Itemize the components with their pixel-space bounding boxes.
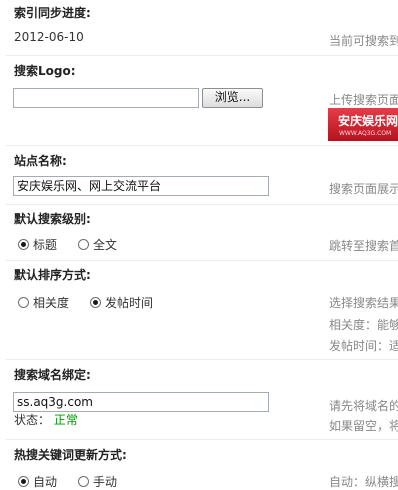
index-sync-date: 2012-06-10 [14, 30, 84, 44]
site-name-hint: 搜索页面展示 [329, 182, 398, 196]
hot-manual-label[interactable]: 手动 [93, 473, 117, 490]
domain-bind-label: 搜索域名绑定: [14, 368, 91, 382]
domain-status: 状态： 正常 [14, 411, 78, 428]
search-logo-hint: 上传搜索页面 [329, 93, 398, 107]
domain-status-value: 正常 [53, 413, 78, 427]
hot-keywords-hint: 自动：纵横搜 [329, 475, 398, 489]
sort-posttime-radio[interactable] [90, 297, 101, 308]
hot-keywords-label: 热搜关键词更新方式: [14, 448, 127, 462]
domain-bind-hint-2: 如果留空，将 [329, 419, 398, 433]
divider [6, 359, 398, 360]
domain-status-label: 状态： [14, 413, 51, 427]
level-title-radio[interactable] [18, 239, 29, 250]
site-name-input[interactable]: 安庆娱乐网、网上交流平台 [13, 176, 269, 196]
divider [6, 260, 398, 261]
level-fulltext-label[interactable]: 全文 [93, 236, 117, 253]
index-sync-label: 索引同步进度: [14, 6, 91, 20]
divider [6, 145, 398, 146]
index-sync-hint: 当前可搜索到 [329, 34, 398, 48]
divider [6, 55, 398, 56]
sort-posttime-label[interactable]: 发帖时间 [105, 294, 153, 311]
default-sort-hint-2: 相关度：能够 [329, 318, 398, 332]
search-logo-label: 搜索Logo: [14, 64, 76, 78]
default-level-hint: 跳转至搜索首 [329, 239, 398, 253]
default-level-label: 默认搜索级别: [14, 212, 91, 226]
divider [6, 439, 398, 440]
browse-button[interactable]: 浏览... [202, 88, 263, 108]
default-sort-label: 默认排序方式: [14, 268, 91, 282]
default-sort-hint-1: 选择搜索结果 [329, 296, 398, 310]
hot-manual-radio[interactable] [78, 476, 89, 487]
logo-preview-subtext: WWW.AQ3G.COM [339, 130, 392, 137]
sort-relevance-radio[interactable] [18, 297, 29, 308]
hot-auto-label[interactable]: 自动 [33, 473, 57, 490]
hot-auto-radio[interactable] [18, 476, 29, 487]
divider [6, 204, 398, 205]
default-sort-hint-3: 发帖时间：适 [329, 339, 398, 353]
level-title-label[interactable]: 标题 [33, 236, 57, 253]
level-fulltext-radio[interactable] [78, 239, 89, 250]
logo-file-field[interactable] [13, 88, 199, 108]
site-name-label: 站点名称: [14, 154, 67, 168]
domain-input[interactable]: ss.aq3g.com [13, 392, 269, 412]
domain-bind-hint-1: 请先将域名的 [329, 399, 398, 413]
sort-relevance-label[interactable]: 相关度 [33, 294, 69, 311]
logo-preview-image: 安庆娱乐网 WWW.AQ3G.COM [328, 108, 398, 141]
logo-preview-text: 安庆娱乐网 [338, 114, 398, 128]
